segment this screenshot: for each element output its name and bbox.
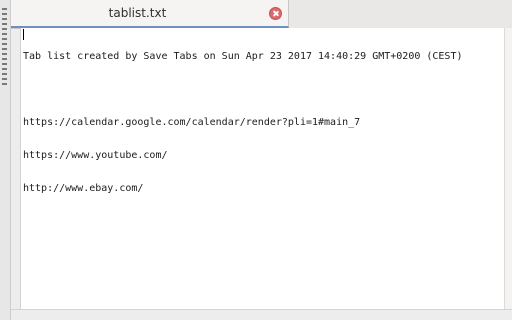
close-icon[interactable] xyxy=(269,7,282,20)
vertical-scrollbar[interactable] xyxy=(504,28,512,309)
status-bar xyxy=(11,309,512,320)
tab-title: tablist.txt xyxy=(108,6,167,20)
editor-line: https://calendar.google.com/calendar/ren… xyxy=(23,117,361,128)
document-tab-bar: tablist.txt xyxy=(11,0,512,29)
text-editor-area[interactable]: Tab list created by Save Tabs on Sun Apr… xyxy=(20,28,505,309)
editor-line: http://www.ebay.com/ xyxy=(23,183,144,194)
editor-content[interactable]: Tab list created by Save Tabs on Sun Apr… xyxy=(23,29,463,216)
editor-line: https://www.youtube.com/ xyxy=(23,150,168,161)
side-panel-strip[interactable] xyxy=(0,0,11,320)
text-editor-window: tablist.txt Tab list created by Save Tab… xyxy=(0,0,512,320)
tab-tablist-txt[interactable]: tablist.txt xyxy=(11,0,289,28)
side-panel-tab-labels[interactable] xyxy=(2,8,7,86)
text-cursor xyxy=(23,29,24,40)
editor-line: Tab list created by Save Tabs on Sun Apr… xyxy=(23,51,463,62)
